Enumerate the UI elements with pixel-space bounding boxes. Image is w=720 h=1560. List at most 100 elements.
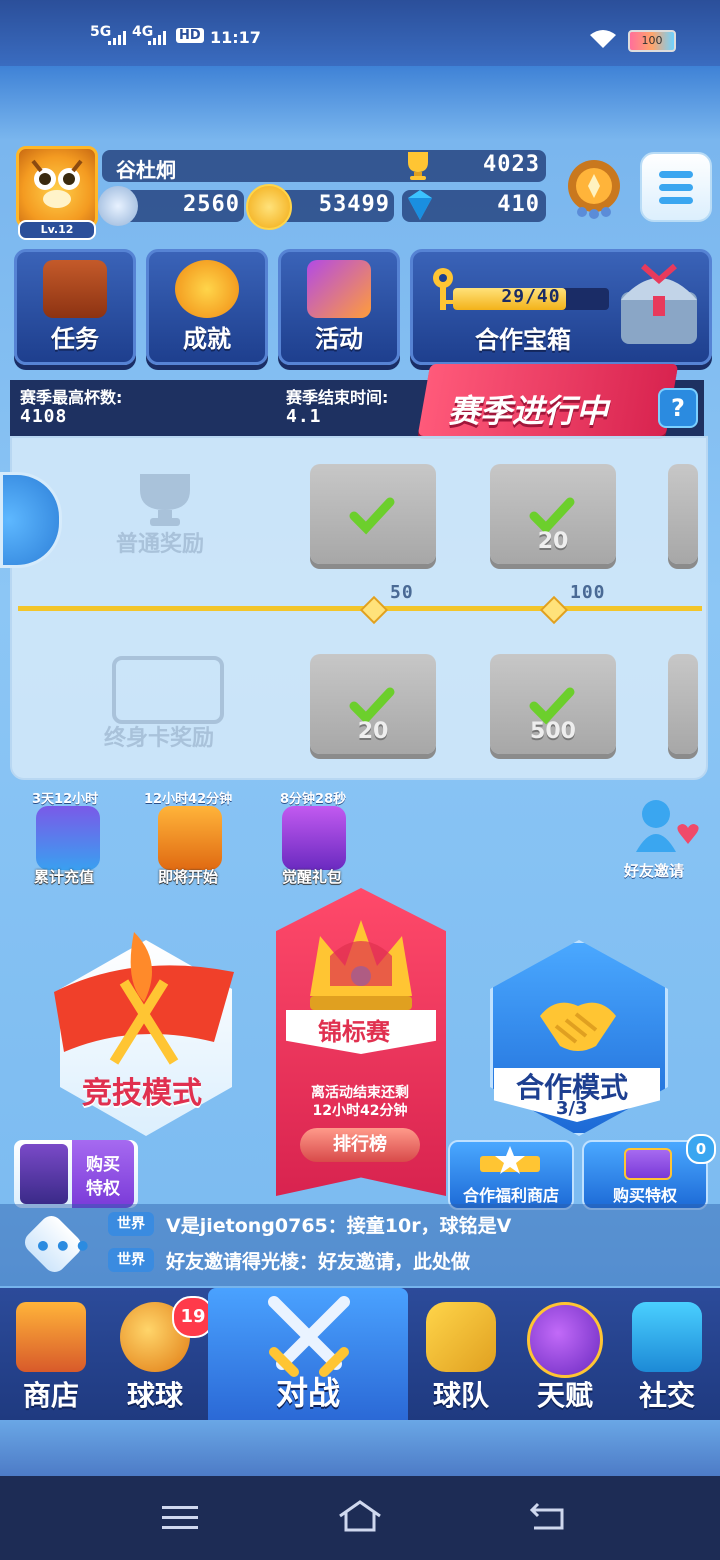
- friend-invite-label: 好友邀请: [624, 862, 685, 880]
- tile-coop-chest[interactable]: 29/40 合作宝箱: [410, 249, 712, 365]
- buy-privilege-label: 购买特权: [612, 1186, 677, 1205]
- privilege-card-icon: [20, 1144, 68, 1204]
- flag-swords-icon: [44, 922, 240, 1072]
- chat-message-1: V是jietong0765：接童10r，球铭是V: [166, 1215, 512, 1237]
- trophy-icon: [400, 150, 436, 182]
- max-cups-label: 赛季最高杯数:: [20, 388, 123, 407]
- rank-badge-icon[interactable]: [560, 154, 628, 222]
- event-1-label: 累计充值: [34, 868, 95, 886]
- normal-reward-label: 普通奖励: [116, 532, 205, 557]
- star-points: 2560: [183, 192, 240, 217]
- clock: 11:17: [210, 28, 261, 47]
- coin-count: 53499: [318, 192, 390, 217]
- event-3-label: 觉醒礼包: [282, 868, 343, 886]
- crown-icon: [300, 906, 422, 1016]
- tournament-desc-1: 离活动结束还剩: [311, 1085, 409, 1101]
- recent-apps-icon[interactable]: [162, 1502, 198, 1532]
- achievement-medal-icon: [175, 260, 239, 318]
- season-end-value: 4.1: [286, 406, 322, 427]
- lightning-x2-icon: [624, 1148, 672, 1180]
- star-point-plus-icon[interactable]: [98, 186, 138, 226]
- crossed-swords-icon: [264, 1292, 354, 1378]
- privilege-label-line1: 购买: [86, 1155, 120, 1175]
- event-recharge-icon[interactable]: [36, 806, 100, 870]
- star-banner-icon: [480, 1146, 540, 1176]
- menu-button[interactable]: [640, 152, 712, 222]
- tile-achievements[interactable]: 成就: [146, 249, 268, 365]
- handshake-icon: [536, 986, 620, 1056]
- bottom-nav: 商店 球球 19 对战 球队 天赋 社交: [0, 1288, 720, 1420]
- hd-badge: HD: [176, 28, 204, 43]
- coop-shop-button[interactable]: 合作福利商店: [448, 1140, 574, 1210]
- shop-icon: [16, 1302, 86, 1372]
- nav-battle[interactable]: 对战: [208, 1288, 408, 1420]
- trophy-count: 4023: [483, 152, 540, 177]
- event-2-timer: 12小时42分钟: [144, 792, 233, 807]
- chat-heart-icon: [632, 1302, 702, 1372]
- status-bar: 5G 4G HD 11:17 100: [0, 0, 720, 66]
- lifetime-card-icon: [112, 656, 224, 724]
- milestone-100: 100: [570, 582, 606, 603]
- season-end-label: 赛季结束时间:: [286, 388, 389, 407]
- privilege-label-line2: 特权: [86, 1179, 120, 1199]
- avatar[interactable]: [16, 146, 98, 228]
- chat-dots: •••: [34, 1230, 94, 1263]
- buy-privilege-left-button[interactable]: 购买 特权: [14, 1140, 138, 1208]
- milestone-50: 50: [390, 582, 414, 603]
- event-crown-icon[interactable]: [158, 806, 222, 870]
- battery-indicator: 100: [628, 30, 676, 52]
- reward-card-lifetime-1[interactable]: 20: [310, 654, 436, 754]
- system-nav-bar: [0, 1476, 720, 1560]
- party-popper-icon: [307, 260, 371, 318]
- level-badge: Lv.12: [18, 220, 96, 240]
- tile-activities[interactable]: 活动: [278, 249, 400, 365]
- competitive-mode-label: 竞技模式: [82, 1076, 202, 1111]
- leaderboard-button[interactable]: 排行榜: [300, 1128, 420, 1162]
- planet-icon: [527, 1302, 603, 1378]
- reward-card-normal-2[interactable]: 20: [490, 464, 616, 564]
- chest-progress-text: 29/40: [501, 286, 561, 307]
- tile-tasks[interactable]: 任务: [14, 249, 136, 365]
- signal-bars-icon-2: [148, 30, 168, 45]
- gem-count: 410: [497, 192, 540, 217]
- season-banner-text: 赛季进行中: [448, 392, 609, 430]
- coop-chest-label: 合作宝箱: [475, 326, 571, 354]
- whistle-icon: [426, 1302, 496, 1372]
- privilege-count-badge: 0: [686, 1134, 716, 1164]
- event-2-label: 即将开始: [158, 868, 219, 886]
- gem-plus-icon[interactable]: [400, 186, 440, 226]
- lifetime-reward-label: 终身卡奖励: [104, 726, 215, 751]
- chest-progress-track: 29/40: [453, 286, 609, 310]
- reward-card-lifetime-2[interactable]: 500: [490, 654, 616, 754]
- signal-bars-icon: [108, 30, 128, 45]
- back-icon[interactable]: [528, 1500, 568, 1532]
- player-name: 谷杜炯: [116, 158, 176, 182]
- help-button[interactable]: ?: [658, 388, 698, 428]
- chat-tag-1: 世界: [108, 1212, 154, 1236]
- coin-plus-icon[interactable]: [246, 184, 292, 230]
- coop-mode-count: 3/3: [556, 1098, 588, 1119]
- task-book-icon: [43, 260, 107, 318]
- friend-invite-icon[interactable]: [630, 796, 700, 856]
- reward-card-normal-1[interactable]: [310, 464, 436, 564]
- home-icon[interactable]: [336, 1498, 384, 1534]
- nav-social[interactable]: 社交: [616, 1288, 718, 1420]
- privilege-label-bg: 购买 特权: [72, 1140, 134, 1208]
- nav-talent[interactable]: 天赋: [514, 1288, 616, 1420]
- chat-message-2: 好友邀请得光棱：好友邀请，此处做: [166, 1251, 471, 1273]
- event-3-timer: 8分钟28秒: [280, 792, 347, 807]
- event-1-timer: 3天12小时: [32, 792, 99, 807]
- normal-reward-trophy-icon: [128, 472, 202, 528]
- reward-card-normal-3[interactable]: [668, 464, 698, 564]
- reward-card-lifetime-3[interactable]: [668, 654, 698, 754]
- treasure-chest-icon: [613, 256, 705, 352]
- coop-shop-label: 合作福利商店: [462, 1186, 559, 1205]
- tournament-desc-2: 12小时42分钟: [312, 1103, 408, 1119]
- chat-tag-2: 世界: [108, 1248, 154, 1272]
- nav-shop[interactable]: 商店: [0, 1288, 102, 1420]
- nav-team[interactable]: 球队: [410, 1288, 512, 1420]
- tournament-label: 锦标赛: [318, 1018, 390, 1046]
- event-awaken-pack-icon[interactable]: [282, 806, 346, 870]
- max-cups-value: 4108: [20, 406, 68, 427]
- wifi-icon: [588, 28, 618, 50]
